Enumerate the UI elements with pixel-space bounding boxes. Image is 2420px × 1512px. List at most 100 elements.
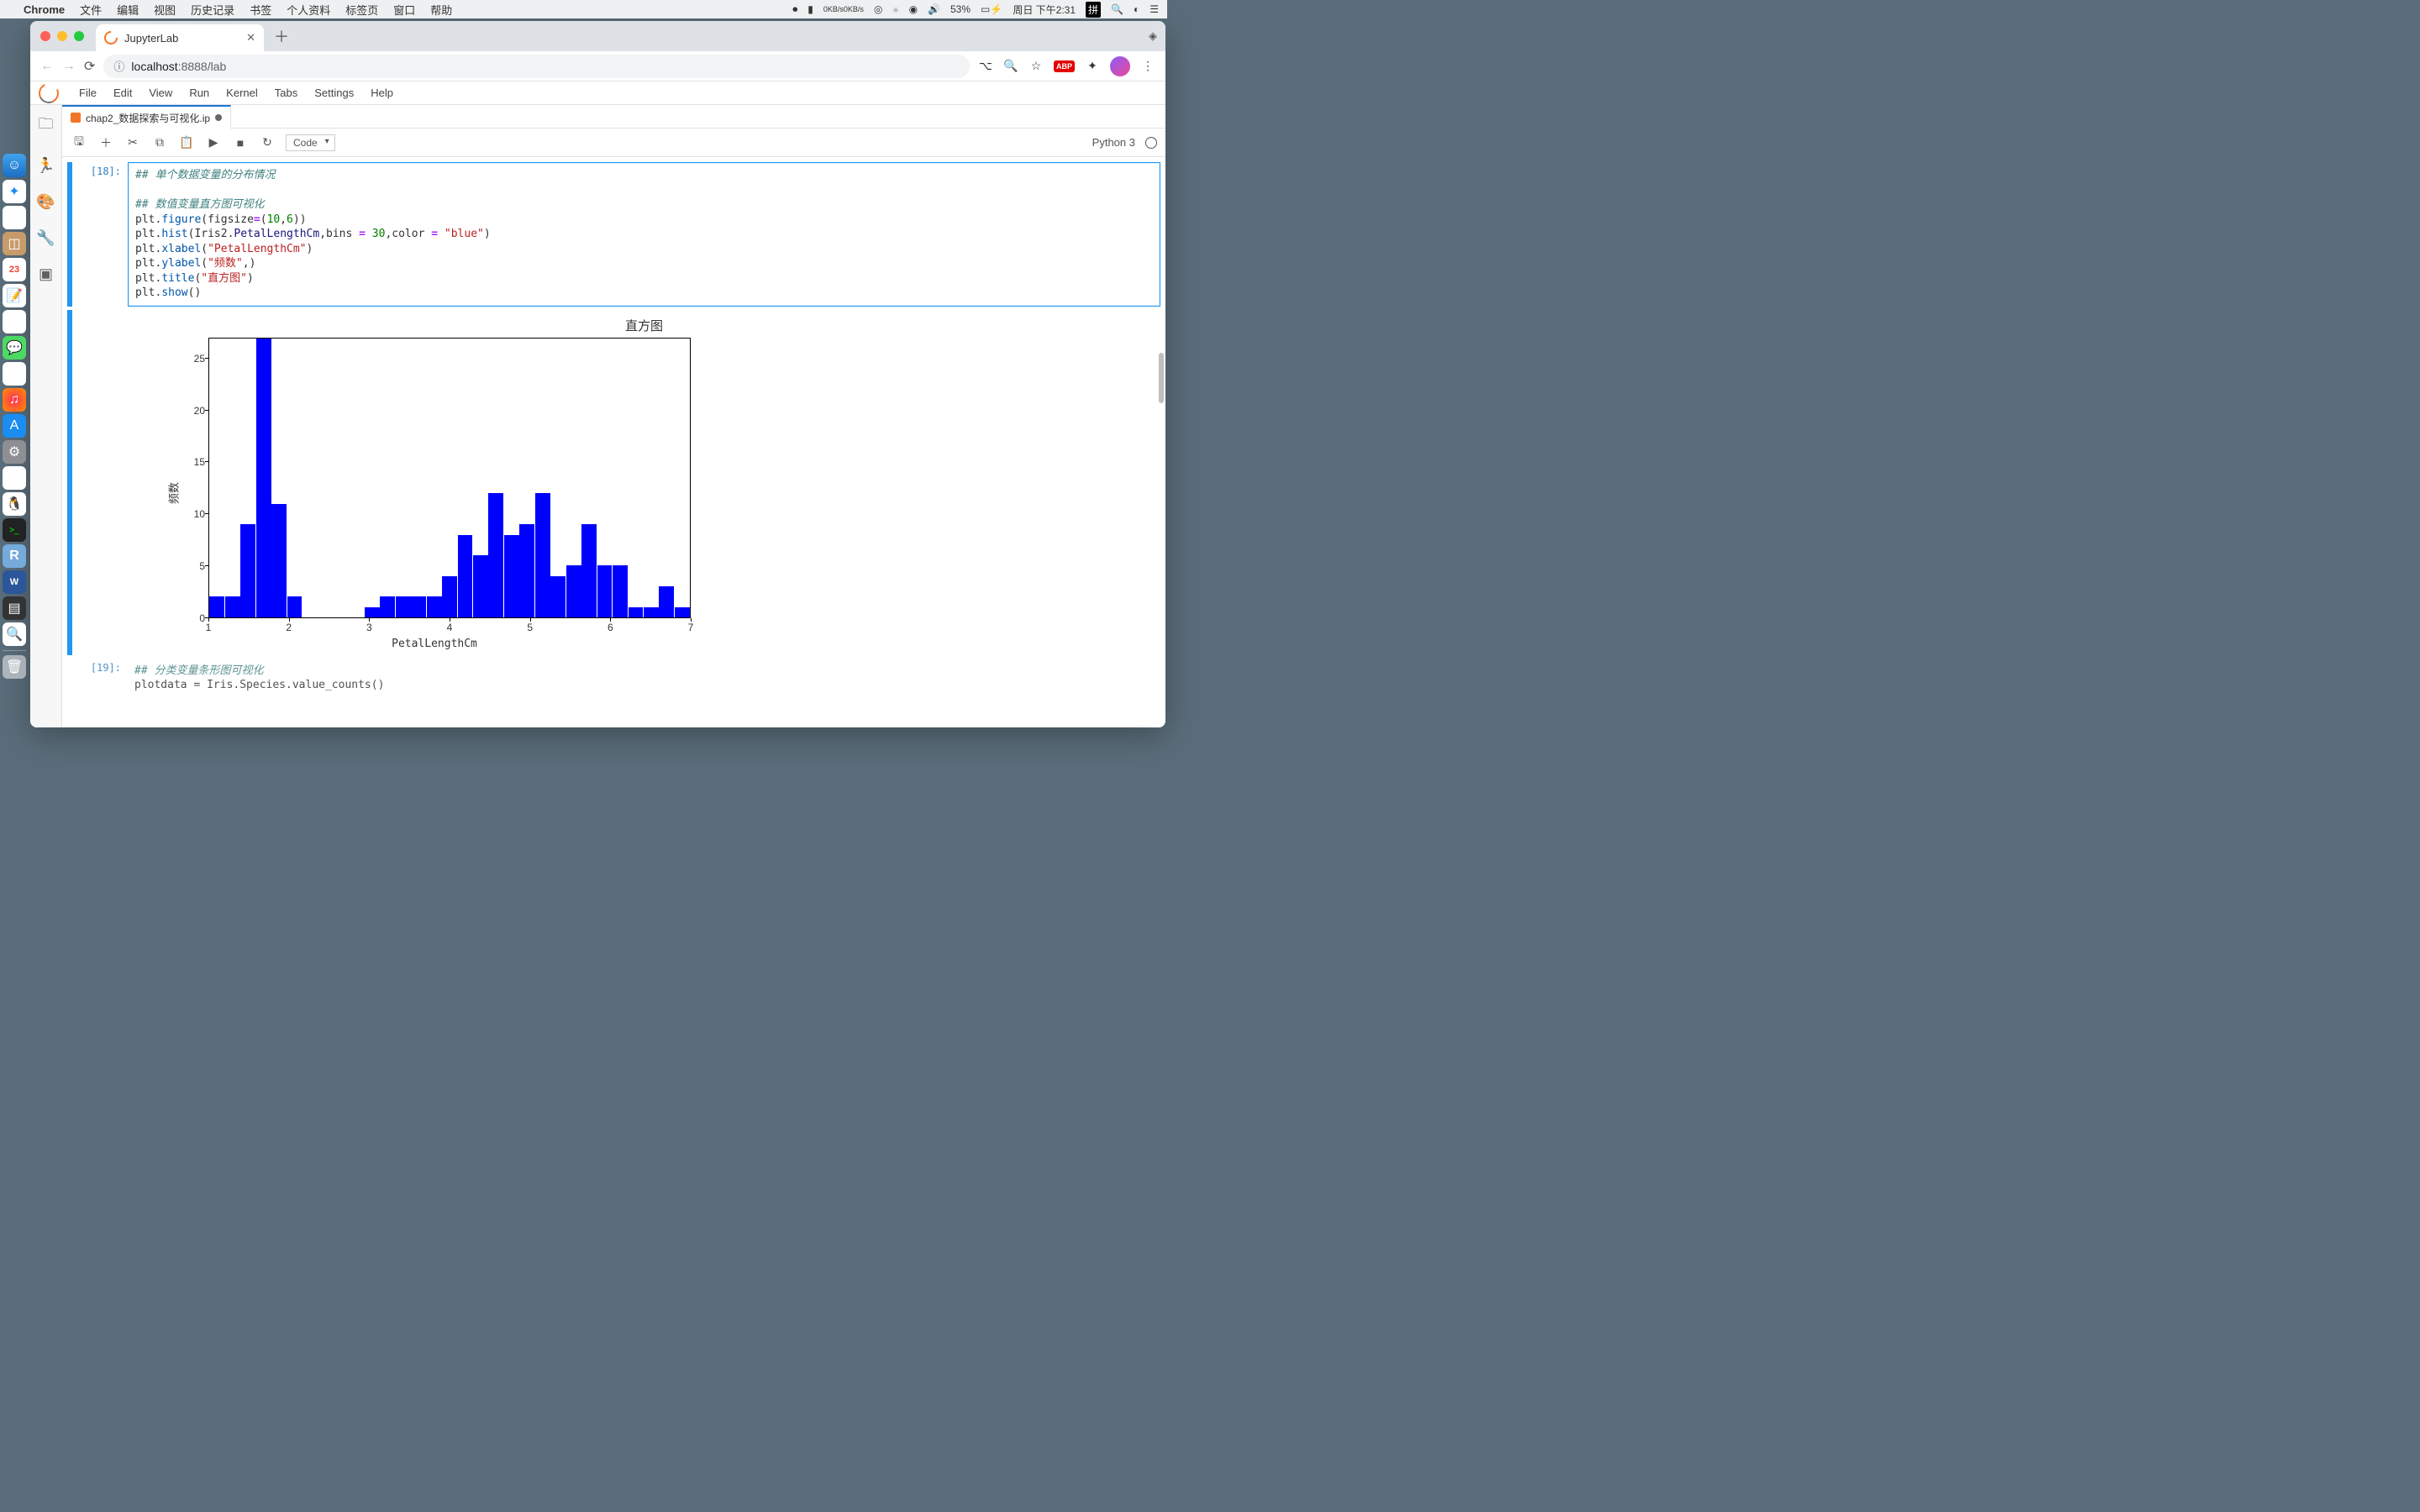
notebook-tab[interactable]: chap2_数据探索与可视化.ip — [62, 105, 231, 129]
extensions-icon[interactable]: ✦ — [1085, 59, 1100, 74]
add-cell-button[interactable]: ＋ — [97, 134, 114, 151]
dock-contacts[interactable]: ◫ — [3, 232, 26, 255]
tools-icon[interactable]: 🔧 — [36, 229, 55, 247]
zoom-icon[interactable]: 🔍 — [1003, 59, 1018, 74]
close-button[interactable] — [40, 31, 50, 41]
jl-menu-edit[interactable]: Edit — [113, 87, 132, 99]
star-icon[interactable]: ☆ — [1028, 59, 1044, 74]
code-editor[interactable]: ## 分类变量条形图可视化 plotdata = Iris.Species.va… — [128, 659, 1160, 698]
restart-button[interactable]: ↻ — [259, 135, 276, 150]
dock-magnifier[interactable]: 🔍 — [3, 622, 26, 646]
tabs-icon[interactable]: ▣ — [39, 265, 53, 283]
menu-help[interactable]: 帮助 — [430, 2, 452, 18]
maximize-button[interactable] — [74, 31, 84, 41]
ime-indicator[interactable]: 拼 — [1086, 2, 1101, 18]
menu-history[interactable]: 历史记录 — [191, 2, 234, 18]
dock-mail[interactable]: ✉ — [3, 206, 26, 229]
address-bar[interactable]: ⓘ localhost:8888/lab — [103, 55, 970, 78]
incognito-icon[interactable]: ◈ — [1149, 29, 1157, 43]
copy-button[interactable]: ⧉ — [151, 135, 168, 150]
code-editor[interactable]: ## 单个数据变量的分布情况 ## 数值变量直方图可视化 plt.figure(… — [128, 162, 1160, 307]
dock-safari[interactable]: ✦ — [3, 180, 26, 203]
translate-icon[interactable]: ⌥ — [978, 59, 993, 74]
menu-icon[interactable]: ☰ — [1150, 3, 1159, 15]
dock-trash[interactable]: 🗑 — [3, 655, 26, 679]
dock-activity[interactable]: ▤ — [3, 596, 26, 620]
menu-file[interactable]: 文件 — [80, 2, 102, 18]
volume-icon[interactable]: 🔊 — [928, 3, 940, 15]
spotlight-icon[interactable]: 🔍 — [1111, 3, 1123, 15]
dock-finder[interactable]: ☺ — [3, 154, 26, 177]
menu-bookmarks[interactable]: 书签 — [250, 2, 271, 18]
histogram-bar — [519, 524, 534, 617]
menu-tabs[interactable]: 标签页 — [345, 2, 378, 18]
clock[interactable]: 周日 下午2:31 — [1013, 3, 1076, 17]
back-button[interactable]: ← — [40, 59, 54, 74]
tab-close-icon[interactable]: ✕ — [246, 31, 255, 45]
wifi-icon[interactable]: ◉ — [909, 3, 918, 15]
kernel-status-icon[interactable] — [1145, 137, 1157, 149]
jl-menu-help[interactable]: Help — [371, 87, 393, 99]
jl-menu-run[interactable]: Run — [189, 87, 209, 99]
bluetooth-icon[interactable]: ⚹ — [892, 3, 898, 16]
jl-menu-settings[interactable]: Settings — [314, 87, 354, 99]
commands-icon[interactable]: 🎨 — [36, 193, 55, 211]
abp-extension-icon[interactable]: ABP — [1054, 60, 1075, 72]
cut-button[interactable]: ✂ — [124, 135, 141, 150]
code-cell-18[interactable]: [18]: ## 单个数据变量的分布情况 ## 数值变量直方图可视化 plt.f… — [67, 162, 1160, 307]
cat-icon[interactable]: ▮ — [808, 3, 813, 15]
dock-messages[interactable]: 💬 — [3, 336, 26, 360]
jl-menu-kernel[interactable]: Kernel — [226, 87, 258, 99]
new-tab-button[interactable]: ＋ — [274, 25, 289, 47]
scrollbar[interactable] — [1159, 353, 1164, 403]
jl-menu-file[interactable]: File — [79, 87, 97, 99]
profile-avatar[interactable] — [1110, 56, 1130, 76]
battery-percent[interactable]: 53% — [950, 3, 971, 15]
jl-menu-view[interactable]: View — [149, 87, 172, 99]
dock-photos[interactable]: ✿ — [3, 362, 26, 386]
histogram-bar — [535, 493, 550, 617]
record-icon[interactable]: ⏺ — [792, 3, 797, 16]
cc-icon[interactable]: ◎ — [874, 3, 882, 15]
forward-button[interactable]: → — [62, 59, 76, 74]
dock-reminders[interactable]: ☑ — [3, 310, 26, 333]
siri-icon[interactable]: ◐ — [1134, 3, 1139, 15]
dock-appstore[interactable]: A — [3, 414, 26, 438]
jupyter-logo[interactable] — [36, 80, 62, 106]
save-button[interactable]: 🖫 — [71, 133, 87, 153]
browser-tab[interactable]: JupyterLab ✕ — [96, 24, 264, 51]
notebook-area[interactable]: [18]: ## 单个数据变量的分布情况 ## 数值变量直方图可视化 plt.f… — [62, 157, 1165, 727]
jl-menu-tabs[interactable]: Tabs — [275, 87, 297, 99]
url-path: :8888/lab — [178, 60, 227, 73]
dock-notes[interactable]: 📝 — [3, 284, 26, 307]
dock-rstudio[interactable]: R — [3, 544, 26, 568]
reload-button[interactable]: ⟳ — [84, 58, 95, 75]
code-cell-19[interactable]: [19]: ## 分类变量条形图可视化 plotdata = Iris.Spec… — [67, 659, 1160, 698]
info-icon[interactable]: ⓘ — [113, 58, 124, 74]
menu-profile[interactable]: 个人资料 — [287, 2, 330, 18]
dock-settings[interactable]: ⚙ — [3, 440, 26, 464]
dock-terminal[interactable]: >_ — [3, 518, 26, 542]
dock-qq[interactable]: 🐧 — [3, 492, 26, 516]
notebook-icon — [71, 113, 81, 123]
stop-button[interactable]: ■ — [232, 136, 249, 150]
minimize-button[interactable] — [57, 31, 67, 41]
app-name[interactable]: Chrome — [24, 3, 65, 16]
run-button[interactable]: ▶ — [205, 135, 222, 150]
files-icon[interactable]: 🗀 — [39, 113, 54, 139]
menu-view[interactable]: 视图 — [154, 2, 176, 18]
menu-window[interactable]: 窗口 — [393, 2, 415, 18]
cell-type-select[interactable]: Code — [286, 134, 335, 151]
dock-word[interactable]: W — [3, 570, 26, 594]
paste-button[interactable]: 📋 — [178, 135, 195, 150]
x-tick-label: 2 — [286, 622, 292, 633]
dock-calendar[interactable]: 23 — [3, 258, 26, 281]
histogram-bar — [566, 565, 581, 617]
menu-edit[interactable]: 编辑 — [117, 2, 139, 18]
dock-chrome[interactable]: ◉ — [3, 466, 26, 490]
dock-itunes[interactable]: ♫ — [3, 388, 26, 412]
kernel-name[interactable]: Python 3 — [1092, 136, 1135, 149]
histogram-bar — [613, 565, 628, 617]
chrome-menu-icon[interactable]: ⋮ — [1140, 59, 1155, 74]
running-icon[interactable]: 🏃 — [36, 157, 55, 175]
